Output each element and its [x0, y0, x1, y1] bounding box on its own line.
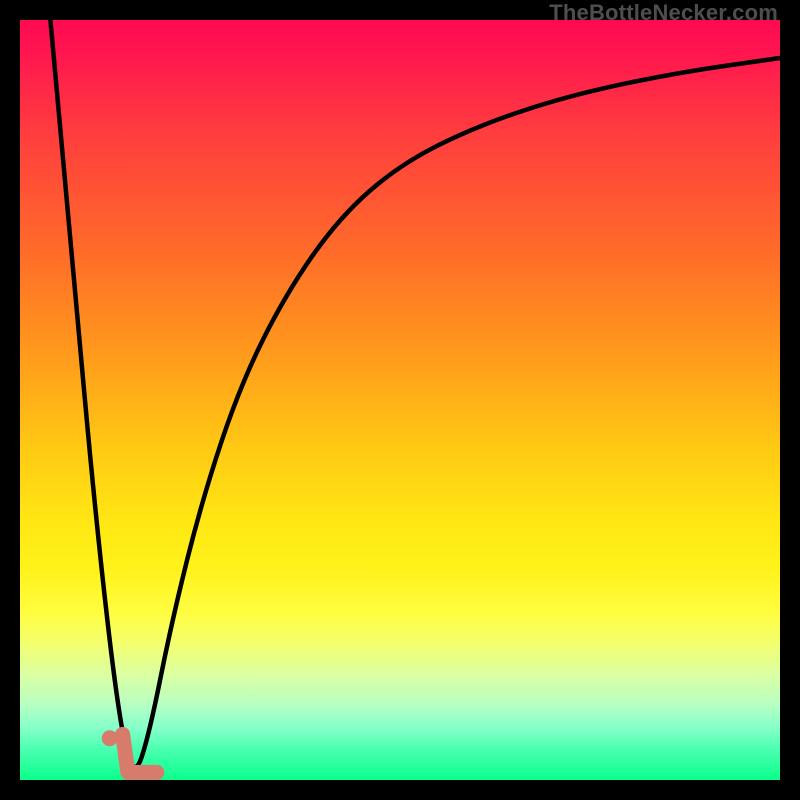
watermark-text: TheBottleNecker.com [549, 0, 778, 26]
marker-hook [123, 734, 157, 772]
bottleneck-curve [50, 20, 780, 767]
chart-svg [20, 20, 780, 780]
marker-dot [102, 730, 118, 746]
outer-frame: TheBottleNecker.com [0, 0, 800, 800]
